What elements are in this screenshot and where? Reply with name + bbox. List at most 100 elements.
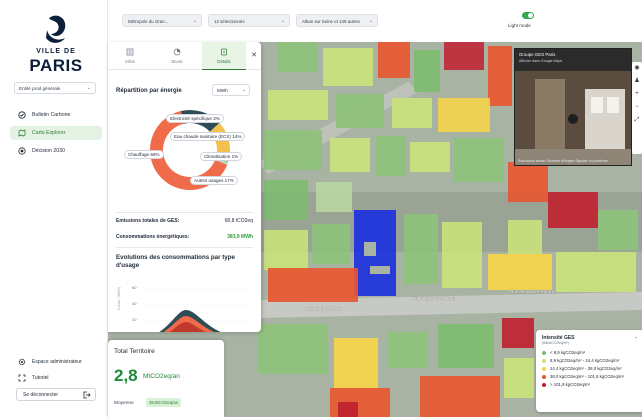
street-label: e Alexandre Parodi: [304, 306, 343, 311]
tab-details[interactable]: Détails: [202, 42, 246, 70]
zoom-out-button[interactable]: −: [632, 101, 642, 114]
legend-label: > 101,8 kgCO2eq/m²: [550, 382, 591, 387]
street-view-open-link[interactable]: Afficher dans Google Maps: [519, 59, 562, 63]
unit-select[interactable]: MWh ⌄: [212, 84, 250, 96]
tab-infos[interactable]: Infos: [108, 42, 152, 70]
evolution-chart-title: Evolutions des consommations par type d'…: [116, 254, 235, 269]
entity-select-value: Entité prod générale: [19, 86, 61, 91]
sidebar-item-bulletin-carbone[interactable]: Bulletin Carbone: [10, 108, 102, 122]
top-toolbar: Métropole du Gran... ⌄ 12 sélectionnés ⌄…: [108, 0, 642, 42]
emissions-row: Emissions totales de GES: 68,8 tCO2eq: [116, 218, 253, 224]
compass-icon[interactable]: ◉: [632, 62, 642, 75]
sidebar-item-label: Carto Explorer: [32, 130, 66, 136]
legend-row: 38,0 kgCO2eq/m² - 101,8 kgCO2eq/m²: [542, 373, 638, 381]
gear-icon: [18, 358, 26, 366]
total-territory-card: Total Territoire 2,8 MtCO2eq/an Moyenne …: [108, 340, 224, 417]
fullscreen-icon[interactable]: ⤢: [632, 114, 642, 127]
street-view-title: Groupe GES Paris: [519, 52, 556, 57]
mean-value-badge: 39,6tCO2eq/an: [146, 398, 182, 407]
total-title: Total Territoire: [114, 348, 155, 355]
legend-dot: [542, 383, 546, 387]
street-view-panel[interactable]: Groupe GES Paris Afficher dans Google Ma…: [514, 48, 632, 166]
total-unit: MtCO2eq/an: [143, 373, 180, 380]
legend-dot: [542, 359, 546, 363]
street-label: Rue Alexandre Parodi: [510, 289, 554, 294]
legend-row: < 8,9 kgCO2eq/m²: [542, 349, 638, 357]
consumption-row: Consommations énergétiques: 383,9 MWh: [116, 234, 253, 240]
map-controls: ◉ ♟ + − ⤢: [632, 62, 642, 154]
tutorial-link[interactable]: Tutoriel: [10, 372, 102, 384]
sidebar-item-label: Bulletin Carbone: [32, 112, 71, 118]
unit-select-value: MWh: [217, 88, 228, 93]
legend-subtitle: (tMtotCO2eq/m²): [542, 341, 569, 345]
admin-space-link[interactable]: Espace administrateur: [10, 356, 102, 368]
zoom-in-button[interactable]: +: [632, 88, 642, 101]
sidebar: VILLE DE PARIS Entité prod générale ⌄ Bu…: [0, 0, 108, 417]
chevron-down-icon: ⌄: [368, 17, 373, 24]
paris-ship-logo-icon: [46, 15, 66, 43]
consumption-label: Consommations énergétiques:: [116, 234, 190, 240]
tutorial-label: Tutoriel: [32, 375, 49, 381]
donut-label-clim: Climatisation 1%: [200, 152, 243, 161]
sidebar-nav: Bulletin Carbone Carto Explorer Décision…: [10, 108, 102, 162]
emissions-value: 68,8 tCO2eq: [224, 218, 253, 224]
sidebar-item-decision-2030[interactable]: Décision 2030: [10, 144, 102, 158]
selection-select-value: 12 sélectionnés: [214, 18, 245, 24]
disconnect-button[interactable]: Se déconnecter: [16, 388, 96, 401]
tab-label: Détails: [217, 59, 231, 64]
info-icon: [126, 48, 134, 56]
legend-label: 8,9 kgCO2eq/m² - 24,4 kgCO2eq/m²: [550, 358, 620, 363]
selection-select[interactable]: 12 sélectionnés ⌄: [208, 14, 290, 27]
legend-label: 24,4 kgCO2eq/m² - 38,0 kgCO2eq/m²: [550, 366, 622, 371]
legend-dot: [542, 375, 546, 379]
donut-label-chauffage: Chauffage 66%: [124, 150, 164, 159]
divider: [116, 212, 253, 213]
ville-de-paris-logo[interactable]: VILLE DE PARIS: [26, 14, 86, 76]
legend-label: 38,0 kgCO2eq/m² - 101,8 kgCO2eq/m²: [550, 374, 625, 379]
chevron-down-icon: ⌄: [86, 85, 91, 91]
sidebar-item-carto-explorer[interactable]: Carto Explorer: [10, 126, 102, 140]
divider: [116, 247, 253, 248]
bulletin-icon: [18, 111, 26, 119]
legend-label: < 8,9 kgCO2eq/m²: [550, 350, 586, 355]
street-label: Rue Alexandre Parodi: [412, 296, 456, 301]
tab-label: Score: [171, 59, 183, 64]
chevron-down-icon[interactable]: ⌄: [634, 334, 638, 340]
legend-row: > 101,8 kgCO2eq/m²: [542, 381, 638, 389]
scope-select[interactable]: Métropole du Gran... ⌄: [122, 14, 202, 27]
consumption-value: 383,9 MWh: [227, 234, 253, 240]
donut-label-ecs: Eau chaude sanitaire (ECS) 14%: [170, 132, 246, 141]
chevron-down-icon: ⌄: [241, 87, 246, 93]
target-icon: [18, 147, 26, 155]
chevron-down-icon: ⌄: [280, 17, 285, 24]
tab-label: Infos: [125, 59, 135, 64]
legend-row: 24,4 kgCO2eq/m² - 38,0 kgCO2eq/m²: [542, 365, 638, 373]
chevron-down-icon: ⌄: [192, 17, 197, 24]
energy-breakdown-title: Répartition par énergie: [116, 88, 182, 94]
legend-dot: [542, 351, 546, 355]
scope-select-value: Métropole du Gran...: [128, 18, 169, 24]
commune-search-value: Alban sur Seine et 149 autres: [302, 18, 360, 24]
ges-legend: Intensité GES ⌄ (tMtotCO2eq/m²) < 8,9 kg…: [536, 330, 642, 412]
mini-tick-label: 60: [132, 285, 137, 290]
logo-line2: PARIS: [29, 56, 83, 75]
commune-search-select[interactable]: Alban sur Seine et 149 autres ⌄: [296, 14, 378, 27]
details-icon: [221, 48, 227, 56]
logout-icon: [83, 391, 91, 399]
entity-select[interactable]: Entité prod générale ⌄: [14, 82, 96, 94]
light-mode-toggle[interactable]: [522, 12, 534, 19]
tab-score[interactable]: Score: [155, 42, 199, 70]
mini-tick-label: 40: [132, 301, 137, 306]
logo-line1: VILLE DE: [36, 48, 76, 55]
map-icon: [18, 129, 26, 137]
building-info-panel: Infos Score Détails ✕ Répartition par én…: [108, 42, 261, 332]
pegman-icon[interactable]: ♟: [632, 75, 642, 88]
donut-label-elec: Electricité spécifique 3%: [166, 114, 224, 123]
disconnect-label: Se déconnecter: [23, 392, 59, 398]
admin-space-label: Espace administrateur: [32, 359, 82, 365]
close-icon[interactable]: ✕: [251, 51, 257, 59]
street-view-footer: Raccourcis clavier Données d'images Sign…: [518, 159, 608, 163]
donut-label-autres: Autres usages 17%: [190, 176, 238, 185]
total-value: 2,8: [114, 366, 138, 385]
mini-tick-label: 20: [132, 317, 137, 322]
